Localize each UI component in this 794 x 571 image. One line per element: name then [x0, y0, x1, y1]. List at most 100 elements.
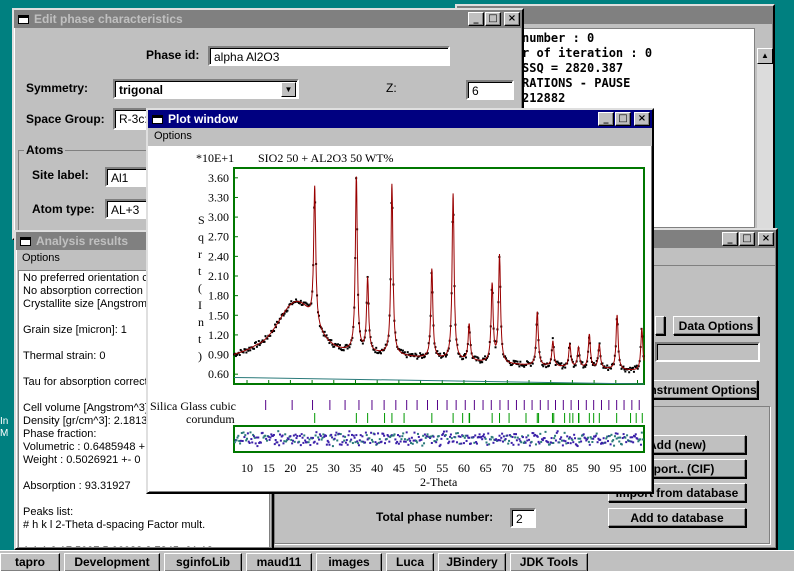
taskbar-tab-jdk-tools[interactable]: JDK Tools — [510, 553, 588, 571]
data-options-button[interactable]: Data Options — [673, 316, 759, 335]
residual-point — [406, 438, 409, 441]
total-phase-field[interactable]: 2 — [510, 508, 536, 528]
residual-point — [457, 435, 460, 438]
maximize-icon[interactable]: □ — [485, 12, 501, 26]
residual-point — [514, 436, 517, 439]
residual-point — [574, 437, 577, 440]
residual-point — [578, 441, 581, 444]
maximize-icon[interactable]: □ — [739, 232, 755, 246]
residual-point — [631, 436, 634, 439]
symmetry-select[interactable]: trigonal ▼ — [113, 79, 299, 99]
residual-point — [344, 435, 347, 438]
log-title: n — [517, 8, 771, 22]
y-axis-label-char: t — [198, 264, 202, 278]
residual-point — [482, 435, 485, 438]
observed-point — [401, 349, 404, 352]
maximize-icon[interactable]: □ — [615, 112, 631, 126]
plot-titlebar[interactable]: Plot window _ □ × — [148, 110, 652, 128]
residual-point — [279, 439, 282, 442]
y-tick-label: 3.30 — [208, 190, 229, 204]
residual-point — [487, 432, 490, 435]
y-axis-label-char: I — [198, 298, 202, 312]
residual-point — [617, 436, 620, 439]
residual-point — [591, 440, 594, 443]
residual-point — [281, 434, 284, 437]
observed-point — [337, 343, 340, 346]
residual-point — [512, 443, 515, 446]
residual-point — [482, 433, 485, 436]
close-icon[interactable]: × — [758, 232, 774, 246]
close-icon[interactable]: × — [634, 112, 650, 126]
taskbar-tab-images[interactable]: images — [316, 553, 382, 571]
residual-point — [334, 434, 337, 437]
symmetry-value: trigonal — [119, 83, 163, 97]
residual-point — [335, 431, 338, 434]
minimize-icon[interactable]: _ — [598, 112, 614, 126]
residual-point — [484, 437, 487, 440]
residual-point — [429, 435, 432, 438]
residual-point — [571, 439, 574, 442]
taskbar-tab-tapro[interactable]: tapro — [0, 553, 60, 571]
analysis-options-menu[interactable]: Options — [22, 252, 60, 264]
residual-point — [348, 430, 351, 433]
y-tick-label: 1.20 — [208, 328, 229, 342]
scroll-up-icon[interactable]: ▲ — [757, 48, 773, 64]
residual-point — [462, 435, 465, 438]
z-input[interactable]: 6 — [466, 80, 514, 100]
minimize-icon[interactable]: _ — [722, 232, 738, 246]
residual-point — [602, 437, 605, 440]
analysis-line: 1 1 1 0 17.5097 5.06088 2.7845+01 12 — [23, 545, 265, 547]
add-to-database-button[interactable]: Add to database — [608, 508, 746, 527]
residual-point — [413, 431, 416, 434]
phase-id-input[interactable]: alpha Al2O3 — [208, 46, 450, 66]
close-icon[interactable]: × — [504, 12, 520, 26]
residual-point — [486, 443, 489, 446]
taskbar-tab-development[interactable]: Development — [64, 553, 160, 571]
residual-point — [561, 444, 564, 447]
residual-point — [465, 439, 468, 442]
residual-point — [452, 440, 455, 443]
residual-point — [350, 438, 353, 441]
residual-point — [509, 435, 512, 438]
observed-point — [348, 346, 351, 349]
phase2-ticks — [314, 413, 643, 423]
residual-point — [298, 434, 301, 437]
y-tick-label: 2.40 — [208, 249, 229, 263]
residual-point — [344, 441, 347, 444]
site-label-input[interactable]: Al1 — [105, 167, 149, 187]
diffraction-plot[interactable]: *10E+1 SIO2 50 + AL2O3 50 WT% Sqrt(Int) … — [148, 148, 652, 492]
residual-point — [446, 437, 449, 440]
residual-point — [405, 431, 408, 434]
atom-type-input[interactable]: AL+3 — [105, 199, 149, 219]
taskbar-tab-jbindery[interactable]: JBindery — [438, 553, 506, 571]
minimize-icon[interactable]: _ — [468, 12, 484, 26]
residual-point — [240, 432, 243, 435]
small-button[interactable] — [655, 316, 665, 335]
residual-point — [342, 435, 345, 438]
residual-point — [236, 436, 239, 439]
residual-point — [374, 441, 377, 444]
phase-titlebar[interactable]: Edit phase characteristics _ □ × — [14, 10, 522, 28]
residual-point — [540, 440, 543, 443]
residual-point — [364, 441, 367, 444]
residual-point — [319, 434, 322, 437]
residual-point — [412, 439, 415, 442]
residual-point — [532, 432, 535, 435]
residual-point — [516, 436, 519, 439]
log-scrollbar[interactable]: ▲ — [757, 48, 773, 234]
instrument-options-button[interactable]: nstrument Options — [648, 380, 758, 399]
plot-options-menu[interactable]: Options — [154, 130, 192, 142]
chevron-down-icon[interactable]: ▼ — [281, 82, 296, 97]
observed-point — [564, 366, 567, 369]
residual-point — [403, 438, 406, 441]
residual-point — [552, 442, 555, 445]
residual-point — [357, 444, 360, 447]
residual-point — [582, 433, 585, 436]
taskbar-tab-luca[interactable]: Luca — [386, 553, 434, 571]
residual-point — [308, 438, 311, 441]
observed-point — [290, 300, 293, 303]
residual-point — [622, 433, 625, 436]
taskbar-tab-sginfolib[interactable]: sginfoLib — [164, 553, 242, 571]
taskbar-tab-maud11[interactable]: maud11 — [246, 553, 312, 571]
window-icon — [20, 236, 31, 246]
